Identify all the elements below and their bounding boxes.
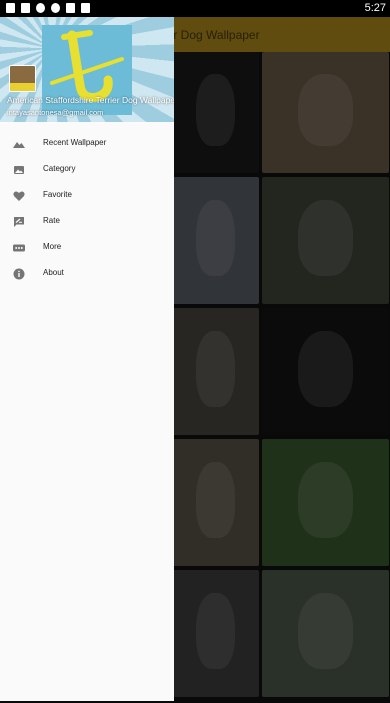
notification-icon: [21, 3, 30, 13]
menu-item-rate[interactable]: Rate: [0, 208, 174, 234]
photo-library-icon: [13, 163, 25, 175]
status-bar: 5:27: [0, 0, 390, 17]
drawer-app-name: American Staffordshire Terrier Dog Wallp…: [7, 95, 174, 105]
clock: 5:27: [364, 2, 386, 14]
app-avatar: [9, 65, 36, 92]
notification-icon: [66, 3, 75, 13]
menu-item-label: About: [43, 268, 64, 277]
drawer-email: intayasantonesa@gmail.com: [7, 108, 104, 117]
heart-icon: [13, 189, 25, 201]
notification-icon: [6, 3, 15, 13]
more-horiz-icon: [13, 241, 25, 253]
menu-item-more[interactable]: More: [0, 234, 174, 260]
drawer-menu: Recent Wallpaper Category Favorite Rate …: [0, 130, 174, 286]
menu-item-label: Rate: [43, 216, 60, 225]
rate-review-icon: [13, 215, 25, 227]
menu-item-recent-wallpaper[interactable]: Recent Wallpaper: [0, 130, 174, 156]
notification-icon: [81, 3, 90, 13]
menu-item-label: More: [43, 242, 62, 251]
menu-item-label: Category: [43, 164, 76, 173]
menu-item-category[interactable]: Category: [0, 156, 174, 182]
menu-item-about[interactable]: About: [0, 260, 174, 286]
navigation-drawer: American Staffordshire Terrier Dog Wallp…: [0, 17, 174, 701]
menu-item-label: Recent Wallpaper: [43, 138, 107, 147]
menu-item-label: Favorite: [43, 190, 72, 199]
drawer-header: American Staffordshire Terrier Dog Wallp…: [0, 17, 174, 122]
info-icon: [13, 267, 25, 280]
notification-icons: [6, 3, 90, 13]
menu-item-favorite[interactable]: Favorite: [0, 182, 174, 208]
shield-icon: [36, 3, 45, 13]
shield-icon: [51, 3, 60, 13]
landscape-icon: [13, 137, 25, 149]
